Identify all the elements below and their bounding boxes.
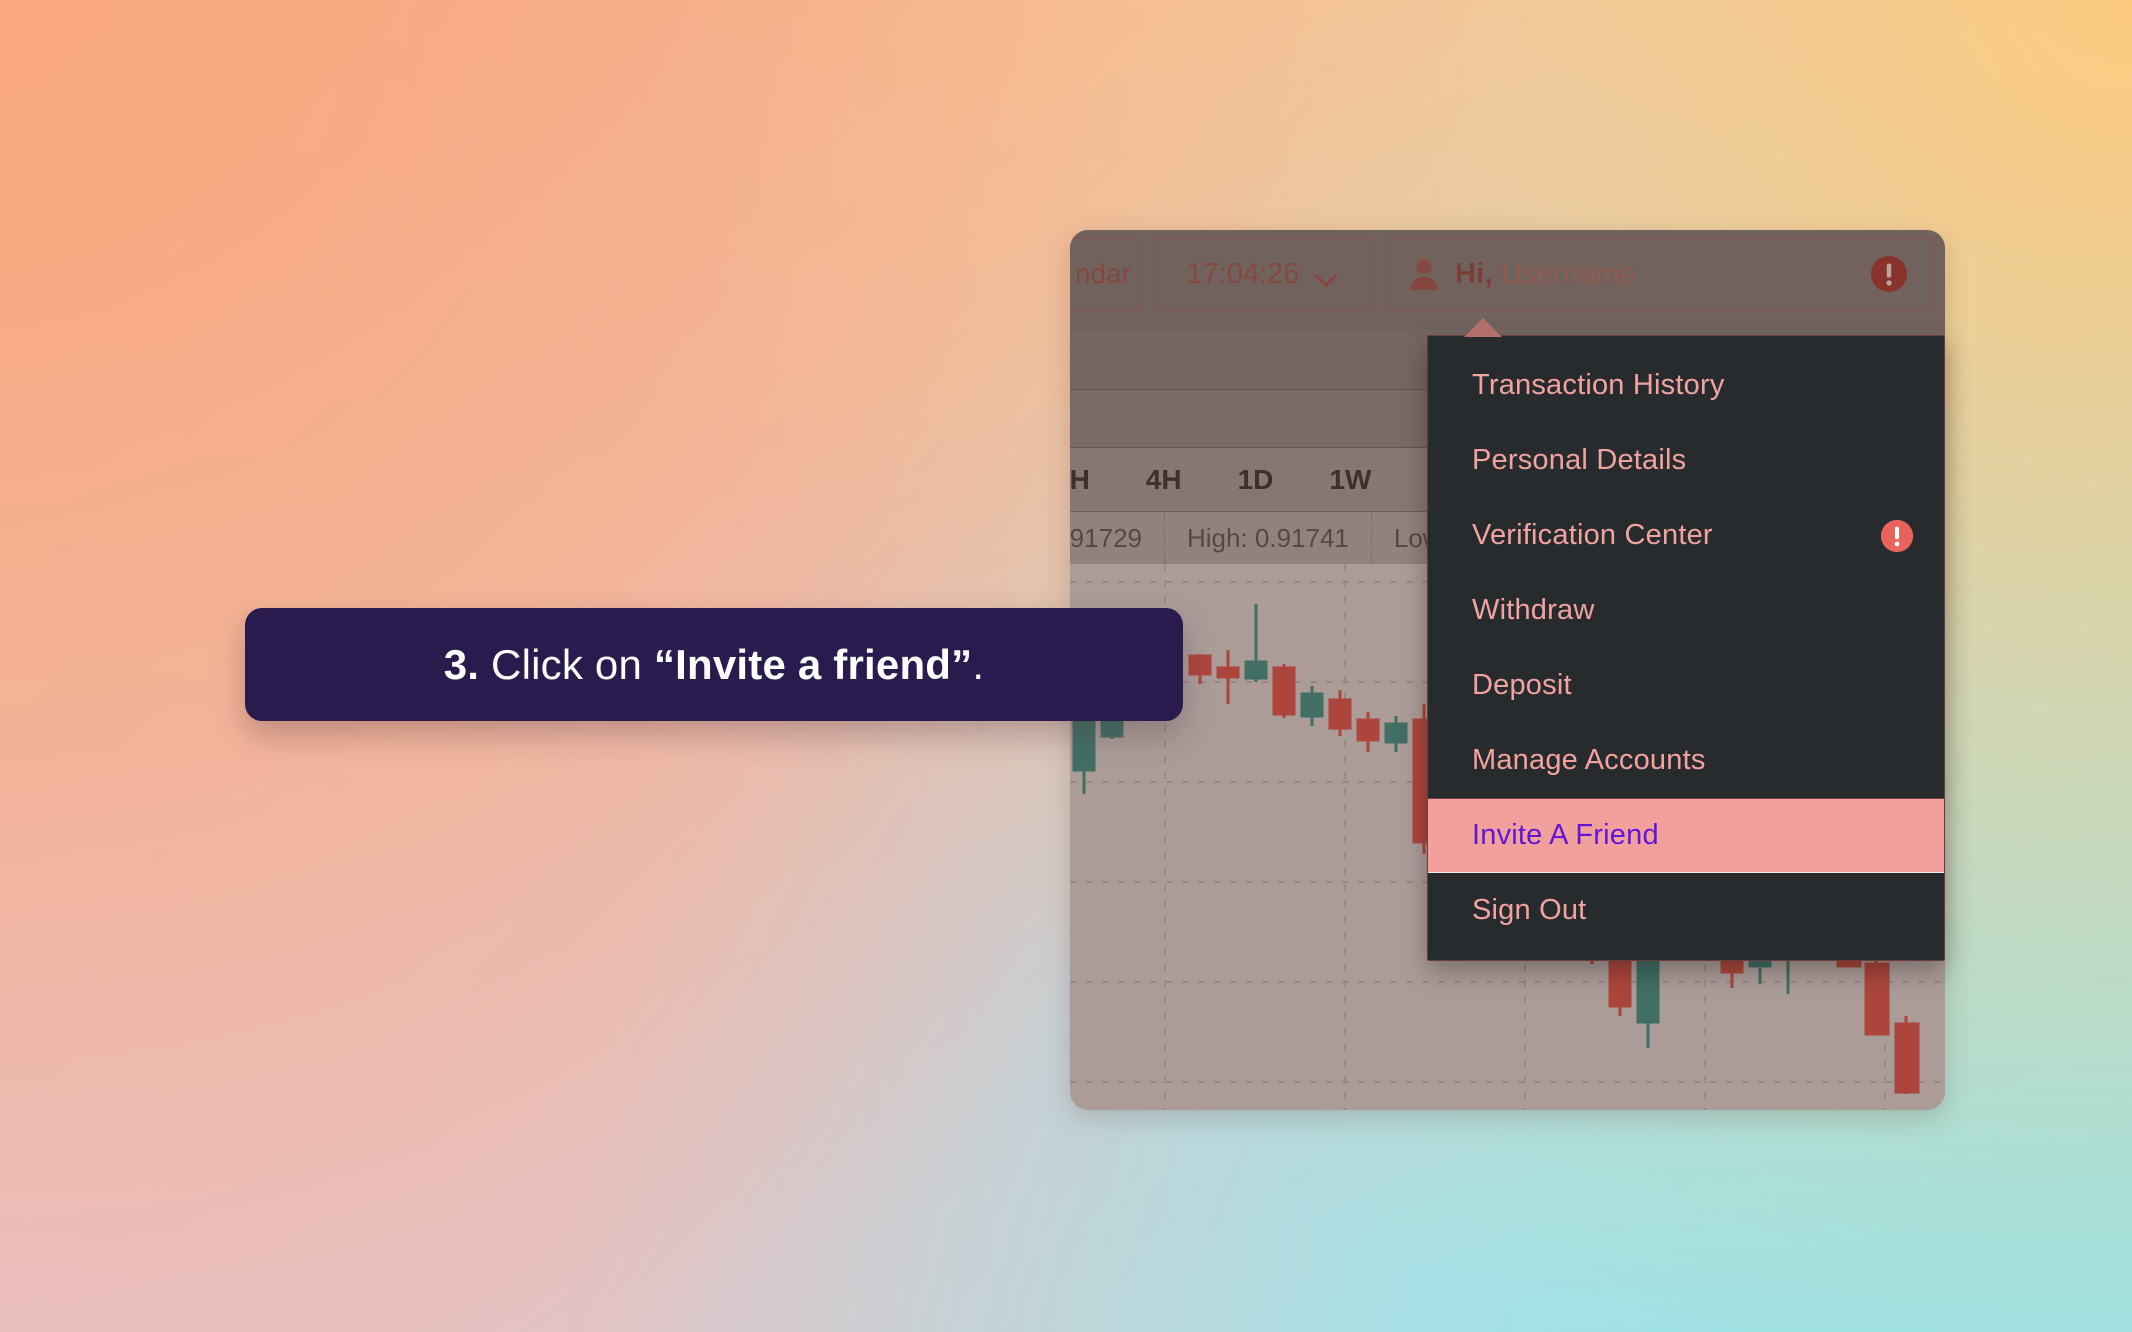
greeting-prefix: Hi, (1455, 257, 1493, 290)
ohlc-high: High: 0.91741 (1165, 512, 1372, 564)
candle-down-9 (1356, 712, 1380, 752)
menu-item-manage-accounts[interactable]: Manage Accounts (1428, 723, 1944, 798)
user-avatar-icon (1410, 259, 1438, 290)
calendar-button-label: ndar (1074, 258, 1131, 289)
candle-down-28 (1894, 1016, 1920, 1094)
alert-exclamation-icon (1880, 519, 1914, 552)
instruction-target: “Invite a friend” (653, 640, 973, 688)
timeframe-1w[interactable]: 1W (1329, 464, 1371, 496)
menu-item-label: Personal Details (1472, 444, 1687, 476)
chevron-down-icon (1317, 268, 1339, 280)
menu-item-label: Deposit (1472, 669, 1572, 701)
instruction-callout: 3. Click on “Invite a friend”. (245, 608, 1183, 721)
step-number: 3. (443, 640, 480, 688)
app-topbar: ndar 17:04:26 Hi, Username (1070, 230, 1945, 330)
candle-down-6 (1272, 664, 1296, 718)
timeframe-1d[interactable]: 1D (1238, 464, 1274, 496)
alert-exclamation-icon[interactable] (1870, 255, 1908, 293)
dropdown-caret-icon (1464, 318, 1502, 337)
menu-item-label: Sign Out (1472, 894, 1587, 926)
menu-item-withdraw[interactable]: Withdraw (1428, 573, 1944, 648)
candle-up-10 (1384, 716, 1408, 752)
menu-item-label: Withdraw (1472, 594, 1595, 626)
menu-item-sign-out[interactable]: Sign Out (1428, 873, 1944, 948)
candle-down-27 (1864, 956, 1890, 1036)
ohlc-open: 0.91729 (1070, 512, 1165, 564)
instruction-action: Click on (491, 640, 643, 688)
username-label: Username (1500, 257, 1637, 290)
menu-item-transaction-history[interactable]: Transaction History (1428, 348, 1944, 423)
menu-item-label: Invite A Friend (1472, 819, 1659, 851)
timeframe-4h[interactable]: 4H (1146, 464, 1182, 496)
clock-value: 17:04:26 (1186, 257, 1300, 290)
timeframe-1h[interactable]: 1H (1070, 464, 1090, 496)
candle-up-5 (1244, 604, 1268, 682)
menu-item-label: Verification Center (1472, 519, 1713, 551)
candle-down-3 (1188, 654, 1212, 684)
menu-item-label: Manage Accounts (1472, 744, 1706, 776)
menu-item-personal-details[interactable]: Personal Details (1428, 423, 1944, 498)
calendar-button[interactable]: ndar (1070, 238, 1140, 310)
user-account-button[interactable]: Hi, Username (1386, 238, 1935, 310)
candle-down-8 (1328, 690, 1352, 736)
menu-item-deposit[interactable]: Deposit (1428, 648, 1944, 723)
menu-item-invite-a-friend[interactable]: Invite A Friend (1428, 798, 1944, 873)
candle-up-7 (1300, 686, 1324, 726)
candle-down-4 (1216, 650, 1240, 704)
instruction-text: 3. Click on “Invite a friend”. (444, 641, 985, 689)
instruction-period: . (972, 640, 985, 688)
account-dropdown-menu[interactable]: Transaction History Personal Details Ver… (1427, 318, 1945, 961)
menu-item-label: Transaction History (1472, 369, 1725, 401)
server-clock-dropdown[interactable]: 17:04:26 (1154, 238, 1372, 310)
greeting-text: Hi, Username (1455, 258, 1636, 291)
menu-item-verification-center[interactable]: Verification Center (1428, 498, 1944, 573)
